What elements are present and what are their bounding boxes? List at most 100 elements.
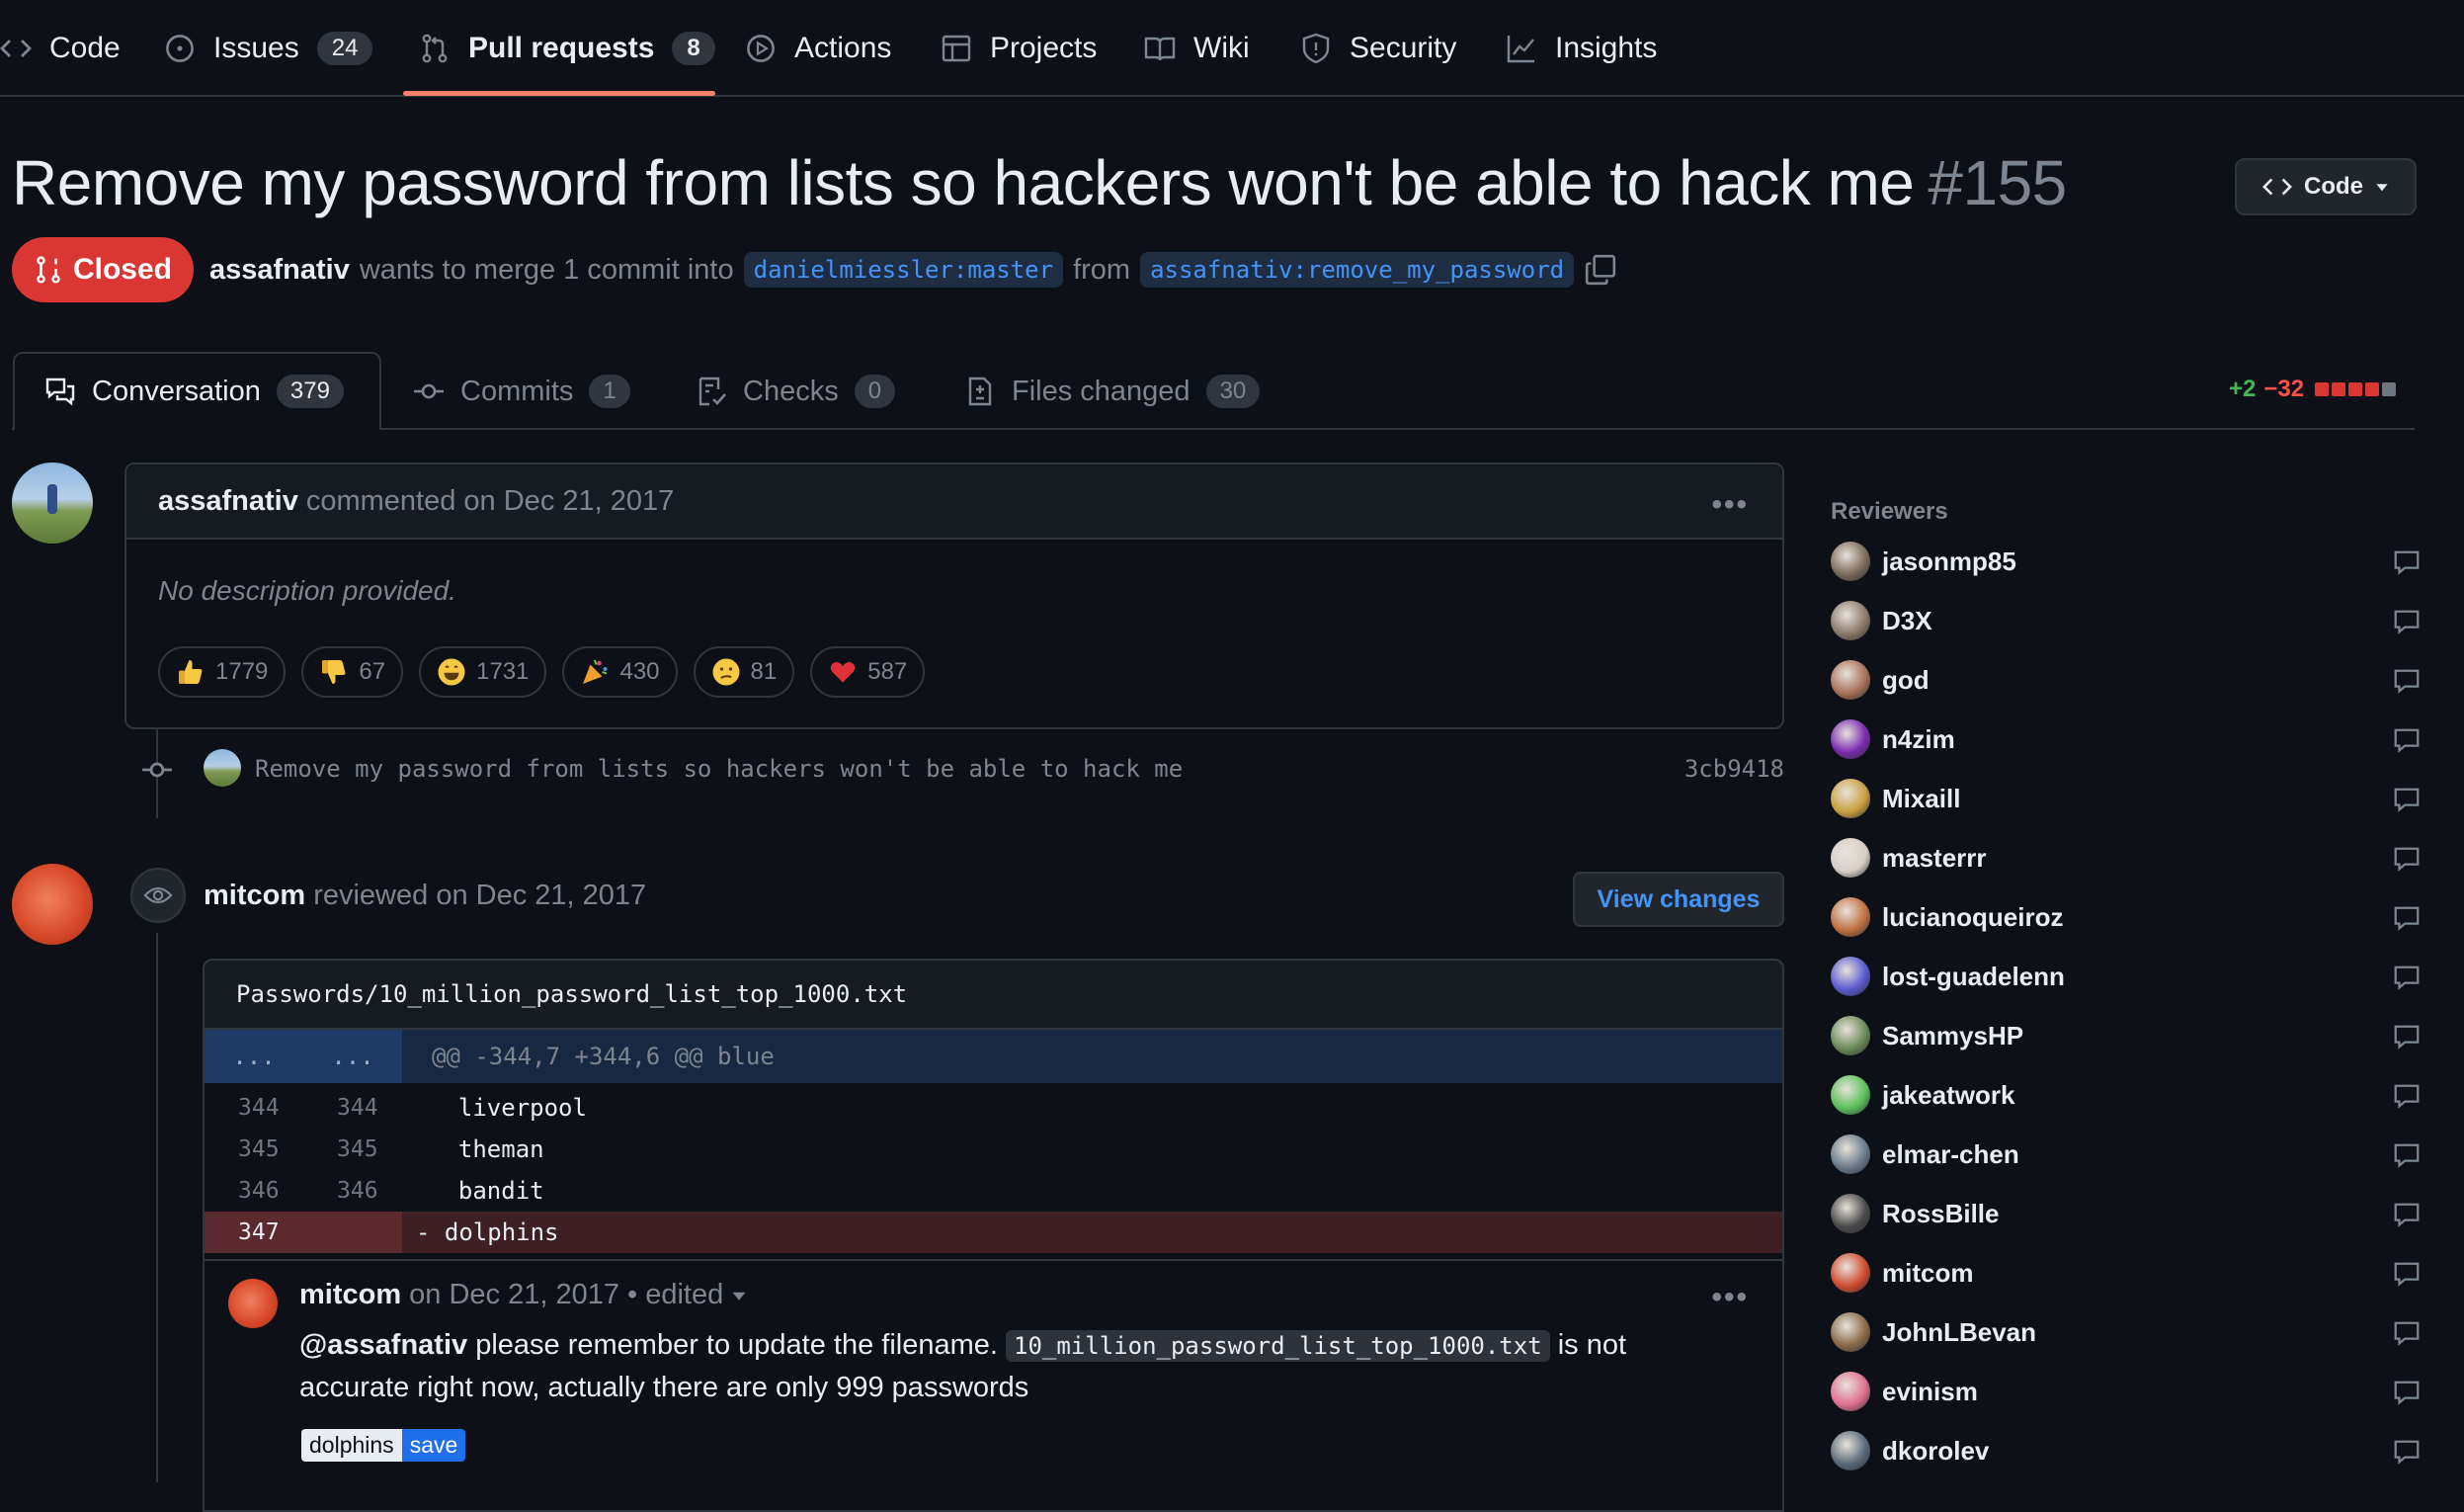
reviewer-avatar[interactable]	[1831, 542, 1870, 581]
reviewer-name[interactable]: jakeatwork	[1882, 1080, 2014, 1111]
reviewer-row[interactable]: SammysHP	[1831, 1014, 2422, 1057]
nav-tab-pull-requests[interactable]: Pull requests 8	[419, 0, 715, 97]
commit-message[interactable]: Remove my password from lists so hackers…	[255, 755, 1183, 783]
comment-author[interactable]: mitcom	[299, 1279, 401, 1311]
diff-hunk-header[interactable]: ... ... @@ -344,7 +344,6 @@ blue	[205, 1030, 1782, 1083]
new-line-number[interactable]: 344	[303, 1095, 402, 1121]
commit-sha[interactable]: 3cb9418	[1684, 755, 1784, 783]
reviewer-avatar[interactable]	[1831, 601, 1870, 640]
expand-up-button[interactable]: ...	[232, 1043, 275, 1070]
reviewer-avatar[interactable]	[1831, 957, 1870, 996]
reviewer-name[interactable]: JohnLBevan	[1882, 1317, 2036, 1348]
new-line-number[interactable]: 345	[303, 1136, 402, 1162]
reviewer-name[interactable]: RossBille	[1882, 1199, 2000, 1229]
reviewer-avatar[interactable]	[1831, 1016, 1870, 1055]
nav-tab-wiki[interactable]: Wiki	[1144, 0, 1250, 97]
reviewer-row[interactable]: mitcom	[1831, 1251, 2422, 1295]
reviewer-avatar[interactable]	[1831, 838, 1870, 878]
copy-icon[interactable]	[1584, 253, 1617, 287]
reviewer-name[interactable]: n4zim	[1882, 724, 1955, 755]
reviewer-name[interactable]: dkorolev	[1882, 1436, 1989, 1467]
new-line-number[interactable]: 346	[303, 1178, 402, 1204]
reviewer-avatar[interactable]	[1831, 1253, 1870, 1293]
old-line-number[interactable]: 347	[205, 1212, 402, 1253]
reviewer-name[interactable]: mitcom	[204, 880, 305, 911]
head-branch[interactable]: assafnativ:remove_my_password	[1140, 252, 1575, 288]
nav-tab-insights[interactable]: Insights	[1506, 0, 1657, 97]
kebab-menu-icon[interactable]: •••	[1711, 488, 1749, 522]
reviewer-name[interactable]: evinism	[1882, 1377, 1978, 1407]
nav-tab-code[interactable]: Code	[0, 0, 121, 97]
reaction-laugh[interactable]: 1731	[419, 646, 547, 698]
nav-tab-projects[interactable]: Projects	[941, 0, 1097, 97]
reviewer-row[interactable]: dkorolev	[1831, 1429, 2422, 1472]
reaction-confused[interactable]: 81	[693, 646, 795, 698]
reviewer-avatar[interactable]	[1831, 1372, 1870, 1411]
reviewer-row[interactable]: JohnLBevan	[1831, 1310, 2422, 1354]
reviewer-row[interactable]: D3X	[1831, 599, 2422, 642]
reviewer-avatar[interactable]	[1831, 1312, 1870, 1352]
reviewer-name[interactable]: lost-guadelenn	[1882, 962, 2065, 992]
avatar-mitcom[interactable]	[228, 1279, 278, 1328]
reviewer-name[interactable]: D3X	[1882, 606, 1932, 636]
avatar-commit-author[interactable]	[204, 749, 241, 787]
reviewer-name[interactable]: Mixaill	[1882, 784, 1960, 814]
avatar-mitcom[interactable]	[12, 864, 93, 945]
reviewer-avatar[interactable]	[1831, 660, 1870, 700]
kebab-menu-icon[interactable]: •••	[1711, 1281, 1749, 1314]
reviewer-avatar[interactable]	[1831, 897, 1870, 937]
reviewer-row[interactable]: masterrr	[1831, 836, 2422, 880]
comment-meta[interactable]: on Dec 21, 2017 • edited	[409, 1279, 723, 1311]
reviewer-row[interactable]: jakeatwork	[1831, 1073, 2422, 1117]
reviewer-name[interactable]: god	[1882, 665, 1930, 696]
pr-author-link[interactable]: assafnativ	[209, 254, 350, 287]
base-branch[interactable]: danielmiessler:master	[743, 252, 1064, 288]
reaction-heart[interactable]: 587	[810, 646, 926, 698]
reviewer-name[interactable]: mitcom	[1882, 1258, 1973, 1289]
reviewer-avatar[interactable]	[1831, 1431, 1870, 1470]
tab-files-changed[interactable]: Files changed 30	[964, 352, 1261, 431]
code-button[interactable]: Code	[2235, 158, 2417, 215]
reviewer-row[interactable]: n4zim	[1831, 717, 2422, 761]
reviewer-row[interactable]: Mixaill	[1831, 777, 2422, 820]
reviewer-name[interactable]: jasonmp85	[1882, 546, 2016, 577]
reviewer-avatar[interactable]	[1831, 1134, 1870, 1174]
old-line-number[interactable]: 346	[205, 1178, 303, 1204]
expand-down-button[interactable]: ...	[331, 1043, 373, 1070]
comment-author[interactable]: assafnativ	[158, 485, 298, 518]
caret-down-icon[interactable]	[731, 1288, 747, 1303]
reviewer-name[interactable]: lucianoqueiroz	[1882, 902, 2063, 933]
reaction-thumbs-up[interactable]: 1779	[158, 646, 287, 698]
reviewer-row[interactable]: lost-guadelenn	[1831, 955, 2422, 998]
diff-file-path[interactable]: Passwords/10_million_password_list_top_1…	[205, 961, 1782, 1030]
reviewers-heading[interactable]: Reviewers	[1831, 498, 1948, 526]
reviewer-avatar[interactable]	[1831, 1194, 1870, 1233]
reviewer-row[interactable]: god	[1831, 658, 2422, 702]
reviewer-row[interactable]: RossBille	[1831, 1192, 2422, 1235]
view-changes-button[interactable]: View changes	[1573, 872, 1784, 927]
reviewer-name[interactable]: SammysHP	[1882, 1021, 2023, 1051]
reviewer-avatar[interactable]	[1831, 1075, 1870, 1115]
nav-tab-security[interactable]: Security	[1300, 0, 1456, 97]
user-mention[interactable]: @assafnativ	[299, 1329, 467, 1361]
review-comment-body: @assafnativ please remember to update th…	[299, 1324, 1742, 1408]
reaction-hooray[interactable]: 430	[562, 646, 678, 698]
old-line-number[interactable]: 344	[205, 1095, 303, 1121]
reviewer-name[interactable]: elmar-chen	[1882, 1139, 2019, 1170]
reviewer-row[interactable]: lucianoqueiroz	[1831, 895, 2422, 939]
tab-commits[interactable]: Commits 1	[413, 352, 630, 431]
reviewer-row[interactable]: elmar-chen	[1831, 1133, 2422, 1176]
reviewer-row[interactable]: evinism	[1831, 1370, 2422, 1413]
reaction-thumbs-down[interactable]: 67	[301, 646, 404, 698]
reviewer-avatar[interactable]	[1831, 719, 1870, 759]
reviewer-name[interactable]: masterrr	[1882, 843, 1987, 874]
tab-checks[interactable]: Checks 0	[696, 352, 896, 431]
avatar-assafnativ[interactable]	[12, 462, 93, 544]
confused-emoji-icon	[711, 657, 741, 687]
reviewer-row[interactable]: jasonmp85	[1831, 540, 2422, 583]
nav-tab-actions[interactable]: Actions	[745, 0, 891, 97]
old-line-number[interactable]: 345	[205, 1136, 303, 1162]
reviewer-avatar[interactable]	[1831, 779, 1870, 818]
nav-tab-issues[interactable]: Issues 24	[164, 0, 373, 97]
tab-conversation[interactable]: Conversation 379	[13, 352, 381, 431]
